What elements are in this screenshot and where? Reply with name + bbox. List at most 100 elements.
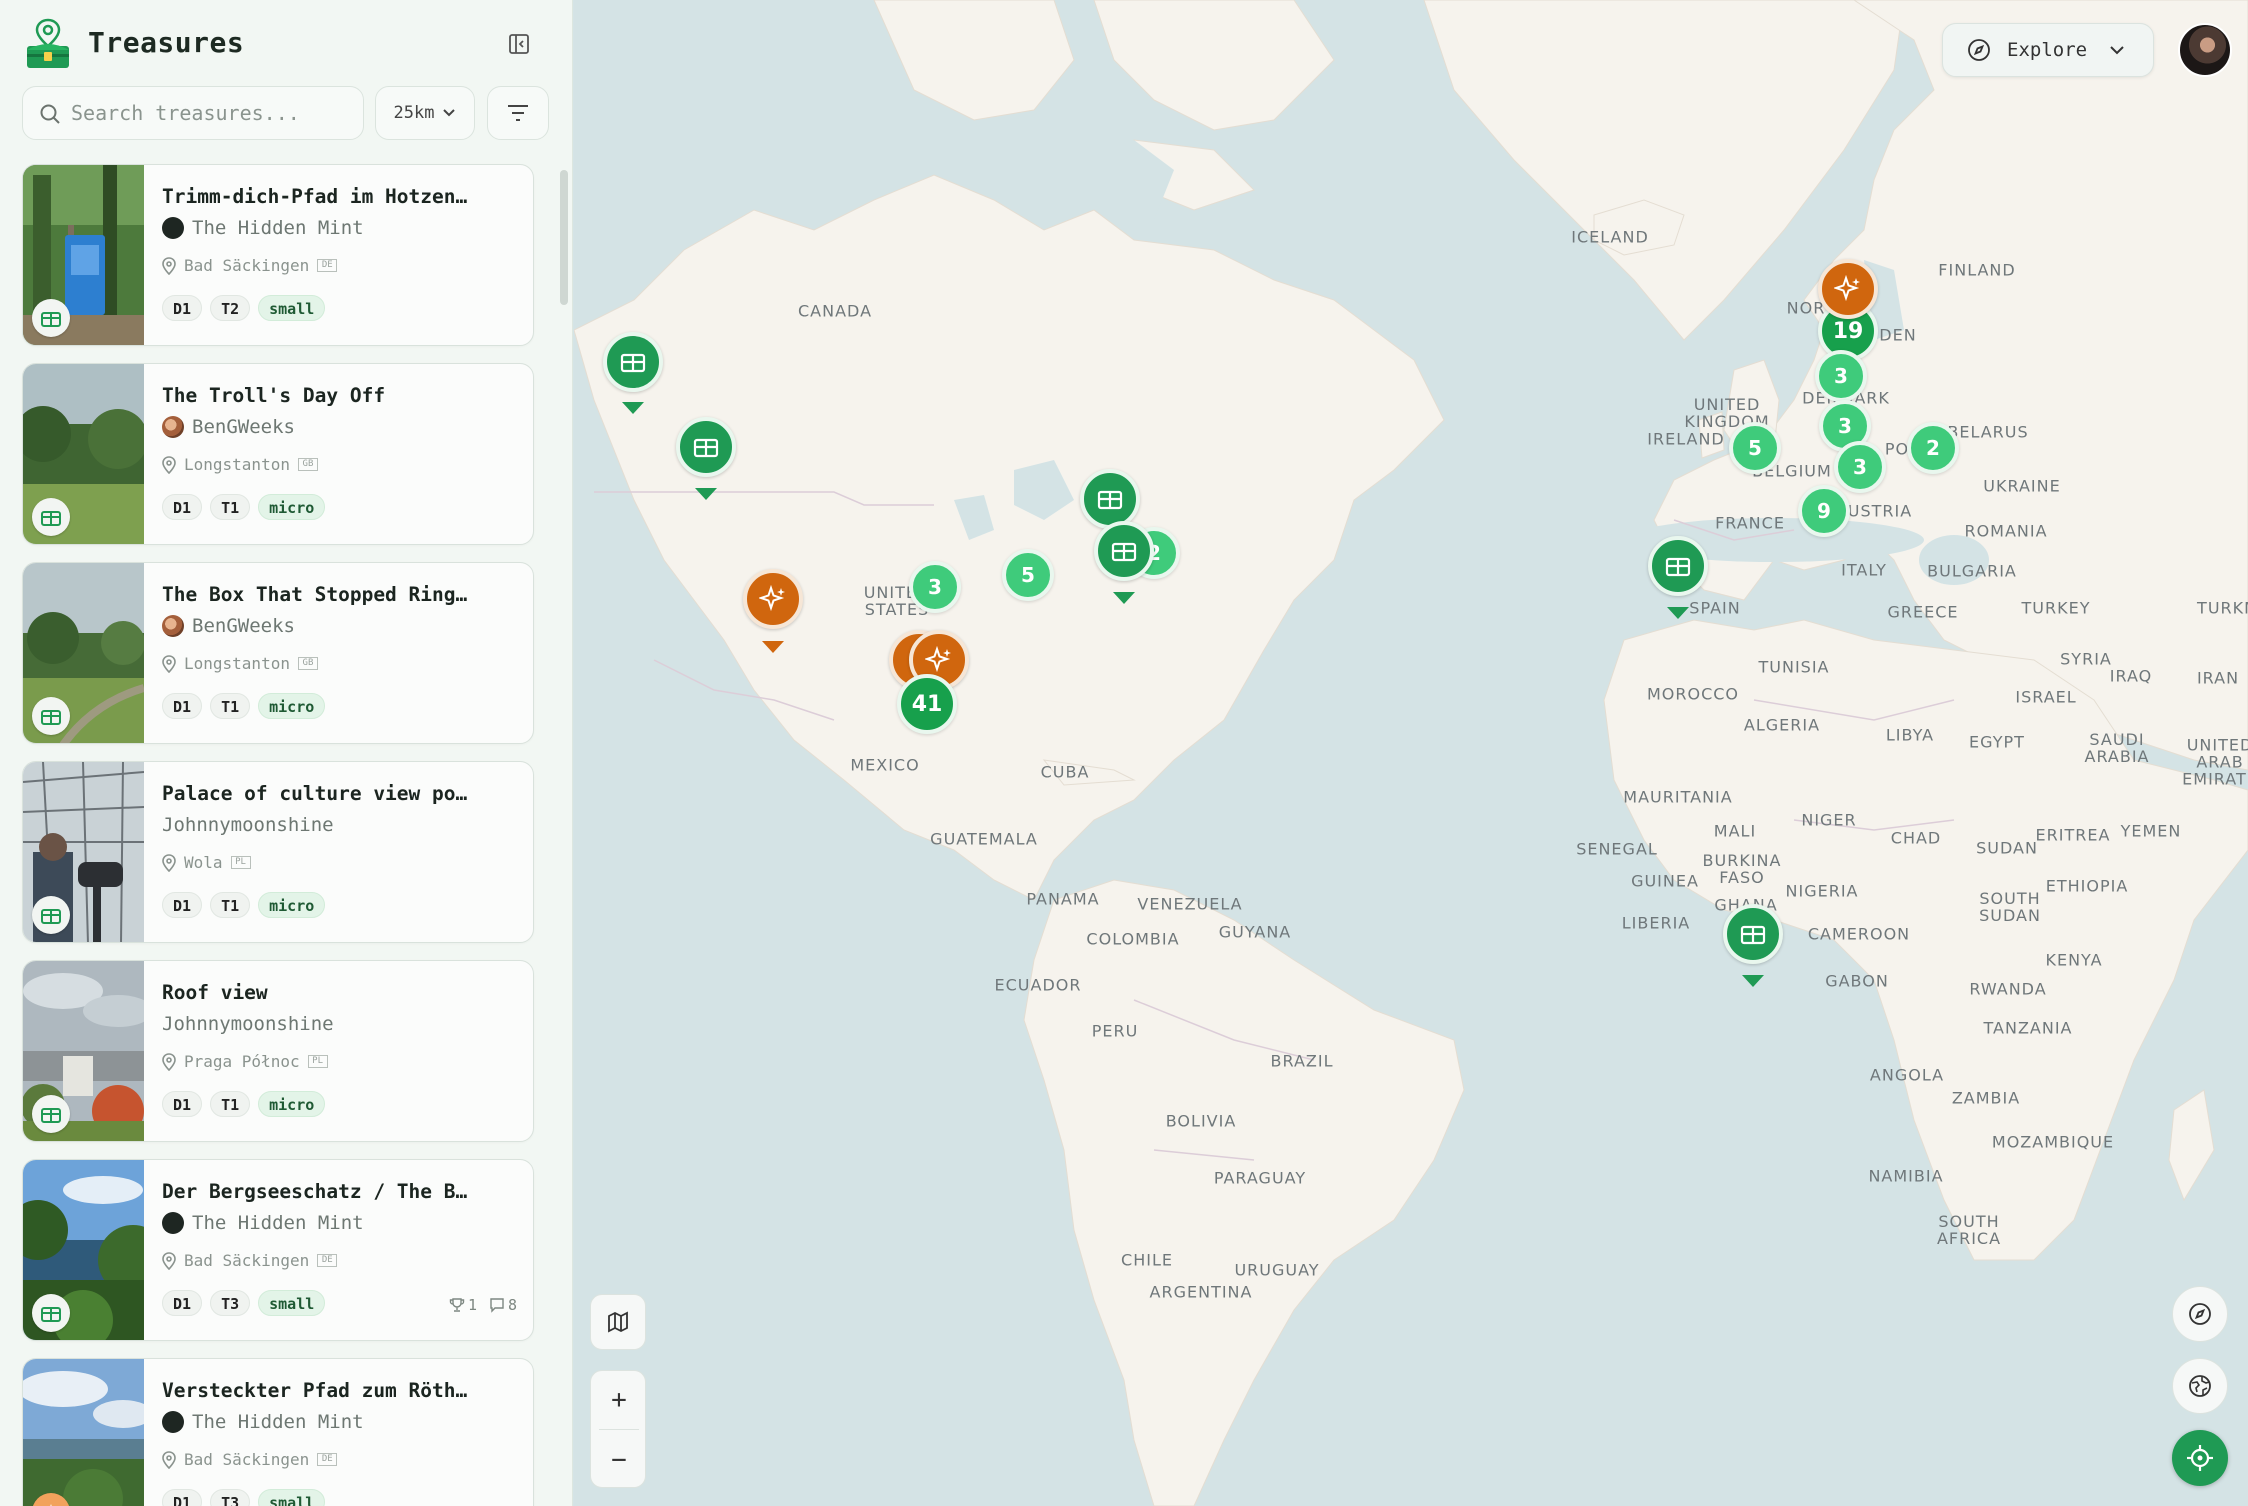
compass-button[interactable]	[2172, 1286, 2228, 1342]
crosshair-icon	[2187, 1445, 2213, 1471]
cluster-marker[interactable]: 3	[1815, 350, 1867, 402]
map-label-mali: MALI	[1713, 821, 1757, 841]
map-label-norway: NOR	[1786, 298, 1826, 318]
treasure-card[interactable]: The Troll's Day Off BenGWeeks Longstanto…	[22, 363, 534, 545]
trophy-icon	[449, 1298, 465, 1312]
map-basemap	[574, 0, 2248, 1506]
map-label-guinea: GUINEA	[1631, 871, 1699, 891]
map-label-greece: GREECE	[1887, 602, 1959, 622]
map-pin-icon	[162, 1450, 176, 1469]
treasure-card[interactable]: Roof view Johnnymoonshine Praga Północ P…	[22, 960, 534, 1142]
treasure-chest-icon	[693, 438, 719, 458]
cluster-marker[interactable]: 2	[1907, 422, 1959, 474]
radius-select[interactable]: 25km	[375, 86, 475, 140]
globe-icon	[2189, 1375, 2211, 1397]
terrain-badge: T3	[210, 1489, 251, 1506]
avatar	[162, 1212, 184, 1234]
map-label-yemen: YEMEN	[2120, 821, 2182, 841]
treasure-photo	[23, 563, 144, 743]
special-treasure-pin[interactable]	[743, 569, 803, 629]
flag-icon: DE	[317, 259, 338, 272]
flag-icon: DE	[317, 1254, 338, 1267]
treasure-chest-icon	[1097, 490, 1123, 510]
map-pin-icon	[162, 1251, 176, 1270]
zoom-out-button[interactable]: −	[591, 1431, 645, 1487]
treasure-tags: D1 T1 micro	[162, 892, 326, 918]
treasure-pin[interactable]	[1723, 904, 1783, 964]
terrain-badge: T1	[210, 693, 251, 719]
map-label-romania: ROMANIA	[1964, 521, 2048, 541]
treasure-card[interactable]: Der Bergseeschatz / The B… The Hidden Mi…	[22, 1159, 534, 1341]
map-label-ukraine: UKRAINE	[1983, 476, 2061, 496]
map-label-tunisia: TUNISIA	[1758, 657, 1830, 677]
treasure-title: Trimm-dich-Pfad im Hotzen…	[162, 185, 468, 208]
filter-lines-icon	[508, 105, 528, 121]
cluster-marker[interactable]: 3	[1834, 441, 1886, 493]
location-name: Praga Północ	[184, 1052, 300, 1071]
world-map[interactable]: CANADA ICELAND FINLAND NOR DEN UNITED KI…	[574, 0, 2248, 1506]
treasure-chest-icon	[32, 299, 70, 337]
avatar	[162, 1411, 184, 1433]
map-label-france: FRANCE	[1715, 513, 1785, 533]
explore-dropdown[interactable]: Explore	[1942, 23, 2154, 77]
treasure-pin[interactable]	[1648, 536, 1708, 596]
size-badge: micro	[258, 1091, 326, 1117]
cluster-marker[interactable]: 9	[1798, 485, 1850, 537]
map-label-south-africa: SOUTH AFRICA	[1936, 1212, 2002, 1248]
treasure-chest-icon	[620, 353, 646, 373]
special-treasure-pin[interactable]	[1818, 259, 1878, 319]
zoom-divider	[599, 1429, 639, 1430]
treasure-pin[interactable]	[603, 332, 663, 392]
flag-icon: GB	[297, 657, 318, 670]
comments-value: 8	[507, 1296, 517, 1314]
app-title: Treasures	[88, 26, 245, 59]
owner-name: Johnnymoonshine	[162, 1013, 334, 1035]
globe-button[interactable]	[2172, 1358, 2228, 1414]
owner-name: Johnnymoonshine	[162, 814, 334, 836]
location-name: Longstanton	[184, 654, 290, 673]
map-style-button[interactable]	[590, 1294, 646, 1350]
map-label-libya: LIBYA	[1885, 725, 1935, 745]
pin-tail	[1113, 592, 1135, 604]
map-label-israel: ISRAEL	[2015, 687, 2077, 707]
treasure-card[interactable]: Palace of culture view po… Johnnymoonshi…	[22, 761, 534, 943]
treasure-location: Praga Północ PL	[162, 1052, 328, 1071]
comment-icon	[490, 1298, 504, 1313]
map-pin-icon	[162, 853, 176, 872]
avatar	[162, 615, 184, 637]
treasure-card[interactable]: Trimm-dich-Pfad im Hotzen… The Hidden Mi…	[22, 164, 534, 346]
pin-tail	[695, 488, 717, 500]
cluster-marker[interactable]: 3	[909, 561, 961, 613]
treasure-photo	[23, 961, 144, 1141]
filter-button[interactable]	[487, 86, 549, 140]
map-label-sudan: SUDAN	[1976, 838, 2038, 858]
cluster-marker[interactable]: 41	[897, 674, 957, 734]
zoom-in-button[interactable]: +	[591, 1371, 645, 1429]
map-label-ecuador: ECUADOR	[994, 975, 1082, 995]
search-input[interactable]	[71, 95, 351, 131]
user-avatar-button[interactable]	[2178, 23, 2232, 77]
treasure-owner: BenGWeeks	[162, 416, 295, 438]
cluster-marker[interactable]: 5	[1729, 422, 1781, 474]
treasure-chest-icon	[1665, 557, 1691, 577]
map-label-morocco: MOROCCO	[1646, 684, 1740, 704]
treasure-pin[interactable]	[676, 417, 736, 477]
treasure-location: Bad Säckingen DE	[162, 1450, 338, 1469]
map-label-colombia: COLOMBIA	[1086, 929, 1180, 949]
treasure-card[interactable]: Versteckter Pfad zum Röth… The Hidden Mi…	[22, 1358, 534, 1506]
treasure-pin[interactable]	[1094, 521, 1154, 581]
treasure-title: Der Bergseeschatz / The B…	[162, 1180, 468, 1203]
treasure-pin[interactable]	[1080, 469, 1140, 529]
treasure-card[interactable]: The Box That Stopped Ring… BenGWeeks Lon…	[22, 562, 534, 744]
locate-me-button[interactable]	[2172, 1430, 2228, 1486]
map-label-canada: CANADA	[797, 301, 873, 321]
cluster-marker[interactable]: 5	[1002, 549, 1054, 601]
map-label-egypt: EGYPT	[1969, 732, 2025, 752]
map-label-uae: UNITED ARAB EMIRATE	[2182, 735, 2248, 789]
chevron-down-icon	[2110, 46, 2124, 55]
map-label-brazil: BRAZIL	[1270, 1051, 1334, 1071]
sidebar-collapse-button[interactable]	[504, 30, 534, 60]
treasure-photo	[23, 1160, 144, 1340]
map-label-finland: FINLAND	[1938, 260, 2016, 280]
map-label-algeria: ALGERIA	[1743, 715, 1821, 735]
